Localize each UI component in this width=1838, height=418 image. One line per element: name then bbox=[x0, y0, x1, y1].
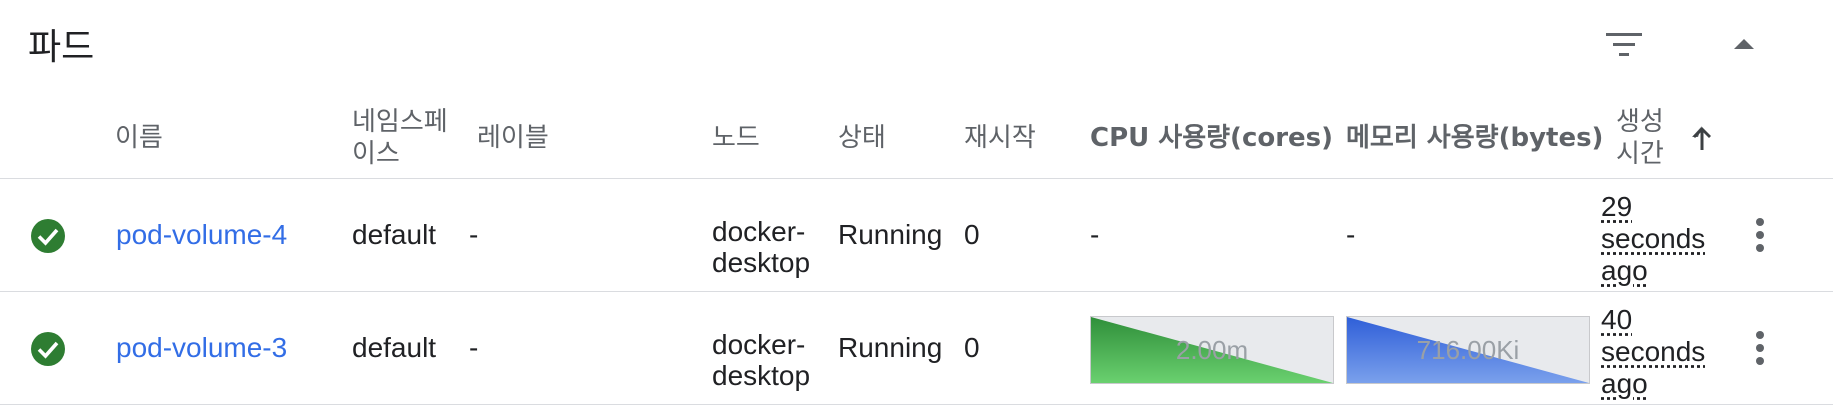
labels-cell: - bbox=[469, 219, 479, 250]
age-line1: 29 bbox=[1601, 191, 1633, 222]
column-header-restarts[interactable]: 재시작 bbox=[964, 98, 1036, 178]
age-line3: ago bbox=[1601, 255, 1648, 286]
column-header-created-line1: 생성 bbox=[1616, 107, 1664, 137]
age-line2: seconds bbox=[1601, 223, 1706, 254]
age-cell: 29 seconds ago bbox=[1601, 179, 1705, 291]
node-line2: desktop bbox=[712, 247, 811, 278]
namespace-cell: default bbox=[352, 332, 437, 363]
status-cell: Running bbox=[838, 332, 943, 363]
table-row: pod-volume-4 default - docker- desktop R… bbox=[0, 179, 1833, 292]
memory-usage-value: 716.00Ki bbox=[1416, 334, 1520, 365]
more-vertical-icon[interactable] bbox=[1745, 215, 1775, 255]
card-title: 파드 bbox=[28, 27, 95, 68]
age-tooltip-target: 40 seconds ago bbox=[1601, 296, 1705, 400]
node-cell: docker- desktop bbox=[712, 179, 810, 291]
more-vertical-icon[interactable] bbox=[1745, 328, 1775, 368]
node-line1: docker- bbox=[712, 216, 806, 247]
age-line2: seconds bbox=[1601, 336, 1706, 367]
node-cell: docker- desktop bbox=[712, 292, 810, 404]
labels-cell: - bbox=[469, 332, 479, 363]
pod-name-link[interactable]: pod-volume-3 bbox=[116, 332, 287, 364]
check-circle-icon bbox=[31, 332, 65, 366]
pod-name-link[interactable]: pod-volume-4 bbox=[116, 219, 287, 251]
table-row: pod-volume-3 default - docker- desktop R… bbox=[0, 292, 1833, 405]
column-header-name[interactable]: 이름 bbox=[115, 98, 163, 178]
name-cell: pod-volume-4 bbox=[116, 179, 287, 291]
filter-icon[interactable] bbox=[1605, 30, 1643, 60]
age-cell: 40 seconds ago bbox=[1601, 292, 1705, 404]
column-header-cpu: CPU 사용량(cores) bbox=[1090, 123, 1334, 153]
restarts-cell: 0 bbox=[964, 219, 980, 250]
status-cell: Running bbox=[838, 219, 943, 250]
column-header-namespace[interactable]: 네임스페 이스 bbox=[352, 98, 448, 178]
cpu-sparkline[interactable]: 2.00m bbox=[1090, 316, 1334, 384]
column-header-namespace-line2: 이스 bbox=[352, 139, 400, 169]
age-tooltip-target: 29 seconds ago bbox=[1601, 183, 1705, 287]
restarts-cell: 0 bbox=[964, 332, 980, 363]
pods-card: 파드 이름 네임스페 이스 레이블 노드 상태 재시작 CPU 사용량(core… bbox=[0, 0, 1838, 418]
check-circle-icon bbox=[31, 219, 65, 253]
namespace-cell: default bbox=[352, 219, 437, 250]
memory-sparkline[interactable]: 716.00Ki bbox=[1346, 316, 1590, 384]
column-header-labels: 레이블 bbox=[477, 123, 549, 153]
node-line1: docker- bbox=[712, 329, 806, 360]
arrow-up-icon[interactable] bbox=[1690, 124, 1714, 152]
column-header-namespace-line1: 네임스페 bbox=[352, 107, 448, 137]
column-header-memory: 메모리 사용량(bytes) bbox=[1346, 123, 1604, 153]
age-line1: 40 bbox=[1601, 304, 1633, 335]
node-line2: desktop bbox=[712, 360, 811, 391]
column-header-created-line2: 시간 bbox=[1616, 139, 1664, 169]
memory-cell: - bbox=[1346, 219, 1356, 250]
column-header-created[interactable]: 생성 시간 bbox=[1616, 98, 1664, 178]
age-line3: ago bbox=[1601, 368, 1648, 399]
name-cell: pod-volume-3 bbox=[116, 292, 287, 404]
column-header-status[interactable]: 상태 bbox=[838, 98, 886, 178]
chevron-up-icon[interactable] bbox=[1731, 34, 1757, 54]
cpu-usage-value: 2.00m bbox=[1175, 334, 1249, 365]
cpu-cell: - bbox=[1090, 219, 1100, 250]
table-header: 이름 네임스페 이스 레이블 노드 상태 재시작 CPU 사용량(cores) … bbox=[0, 98, 1833, 179]
column-header-node[interactable]: 노드 bbox=[712, 98, 760, 178]
